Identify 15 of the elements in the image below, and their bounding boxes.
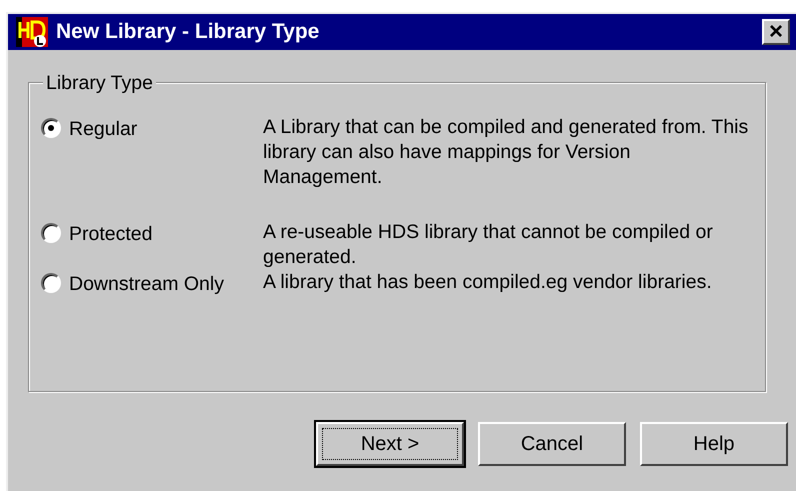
option-label[interactable]: Downstream Only — [69, 270, 224, 300]
radio-button[interactable] — [41, 223, 61, 243]
cancel-button[interactable]: Cancel — [478, 422, 626, 466]
option-label[interactable]: Regular — [69, 115, 138, 144]
close-button[interactable]: × — [762, 19, 790, 45]
app-logo-icon — [16, 17, 48, 47]
option-description: A Library that can be compiled and generated from. This library can also have mappings for Version Management. — [263, 115, 750, 190]
help-button[interactable]: Help — [640, 422, 788, 466]
option-label[interactable]: Protected — [69, 220, 152, 250]
radio-button[interactable] — [41, 118, 61, 138]
window-title: New Library - Library Type — [56, 19, 320, 46]
option-description: A re-useable HDS library that cannot be compiled or generated. — [263, 220, 714, 270]
radio-button[interactable] — [41, 273, 61, 293]
option-description: A library that has been compiled.eg vendor libraries. — [263, 270, 713, 295]
next-button[interactable]: Next > — [316, 422, 464, 466]
